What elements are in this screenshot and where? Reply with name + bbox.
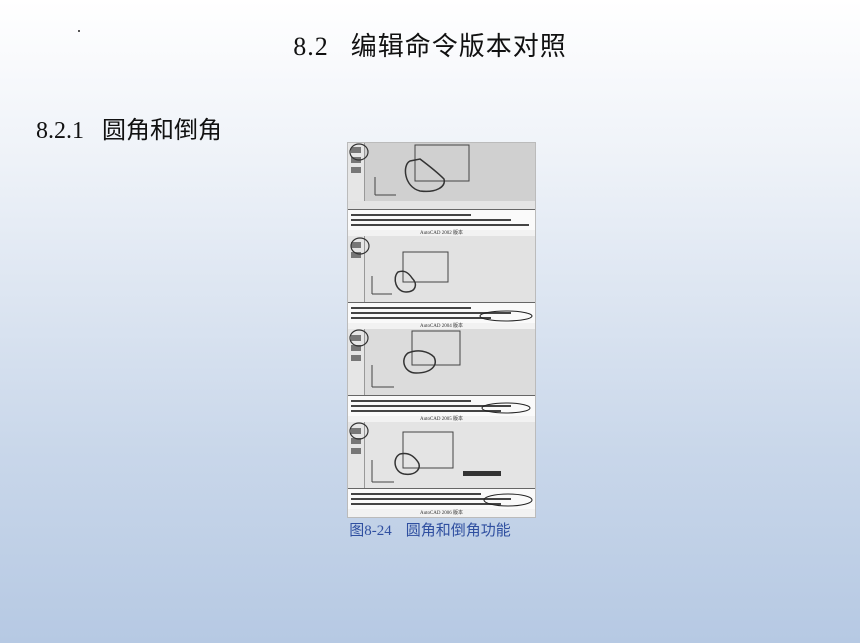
cad-command-line <box>348 395 535 416</box>
cad-sketch <box>350 237 449 295</box>
cad-drawing-area <box>348 236 535 303</box>
panel-caption: AutoCAD 2002 版本 <box>419 231 464 236</box>
figure-number: 图8-24 <box>349 523 392 539</box>
panel-caption: AutoCAD 2005 版本 <box>419 417 464 422</box>
title-text: 编辑命令版本对照 <box>350 32 567 62</box>
highlight-ellipse <box>479 310 533 322</box>
cad-drawing-area <box>348 329 535 396</box>
panel-caption: AutoCAD 2006 版本 <box>419 511 464 516</box>
slide-title: 8.2 编辑命令版本对照 <box>0 26 860 63</box>
cad-drawing-area <box>348 422 535 489</box>
section-heading: 8.2.1 圆角和倒角 <box>36 110 222 145</box>
cad-command-line <box>348 488 535 509</box>
title-number: 8.2 <box>293 32 329 61</box>
cad-sketch <box>349 422 501 483</box>
autocad-comparison-figure: AutoCAD 2002 版本 AutoCAD 2004 版本 AutoCAD … <box>347 142 536 518</box>
cad-sketch <box>348 143 535 209</box>
cad-sketch <box>349 329 461 388</box>
figure-caption-text: 圆角和倒角功能 <box>405 521 511 539</box>
highlight-ellipse <box>481 402 531 414</box>
cad-panel-2006: AutoCAD 2006 版本 <box>348 422 535 517</box>
section-number: 8.2.1 <box>36 118 84 144</box>
section-text: 圆角和倒角 <box>102 116 222 144</box>
cad-command-line <box>348 302 535 323</box>
figure-caption: 图8-24 圆角和倒角功能 <box>0 519 860 540</box>
cad-panel-2005: AutoCAD 2005 版本 <box>348 329 535 422</box>
cad-panel-2002: AutoCAD 2002 版本 <box>348 143 535 236</box>
cad-panel-2004: AutoCAD 2004 版本 <box>348 236 535 329</box>
highlight-ellipse <box>483 493 533 507</box>
panel-caption: AutoCAD 2004 版本 <box>419 324 464 329</box>
cad-command-line <box>348 209 535 230</box>
cad-drawing-area <box>348 143 535 210</box>
